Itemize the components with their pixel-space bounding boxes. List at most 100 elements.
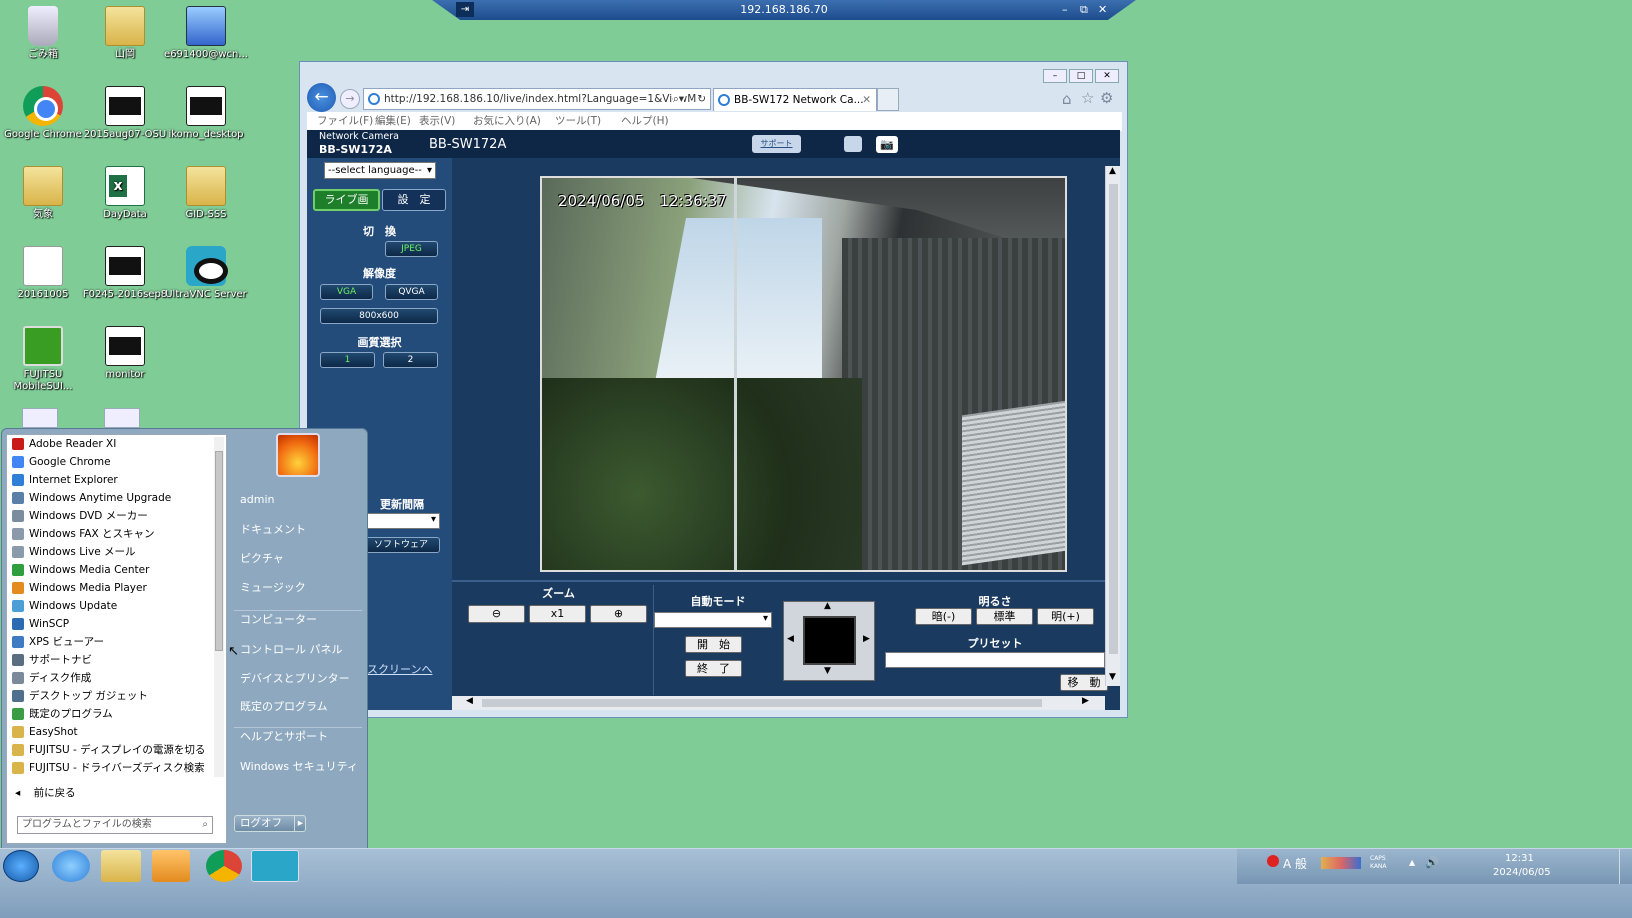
start-right-item[interactable]: デバイスとプリンター xyxy=(234,670,362,686)
program-item[interactable]: Windows FAX とスキャン xyxy=(9,525,214,543)
search-input[interactable]: プログラムとファイルの検索 ⌕ xyxy=(17,816,213,834)
program-item[interactable]: Windows Live メール xyxy=(9,543,214,561)
start-right-item[interactable]: ヘルプとサポート xyxy=(234,727,362,744)
vertical-scrollbar[interactable]: ▲ ▼ xyxy=(1105,166,1120,686)
program-item[interactable]: Windows Media Center xyxy=(9,561,214,579)
shield-icon[interactable] xyxy=(1267,855,1279,867)
user-picture[interactable] xyxy=(276,433,320,477)
home-icon[interactable]: ⌂ xyxy=(1062,90,1072,108)
fullscreen-link[interactable]: スクリーンへ xyxy=(367,661,432,677)
program-item[interactable]: 既定のプログラム xyxy=(9,705,214,723)
menu-item[interactable]: お気に入り(A) xyxy=(473,112,541,131)
favorites-star-icon[interactable]: ☆ xyxy=(1081,89,1094,107)
desktop-icon[interactable]: 山岡 xyxy=(82,6,168,61)
arrow-up-icon[interactable]: ▲ xyxy=(824,601,831,611)
start-right-item[interactable]: 既定のプログラム xyxy=(234,698,362,714)
taskbar-ie-icon[interactable] xyxy=(52,850,90,882)
qvga-button[interactable]: QVGA xyxy=(385,284,438,300)
scroll-up-icon[interactable]: ▲ xyxy=(1109,166,1116,176)
res-800-button[interactable]: 800x600 xyxy=(320,308,438,324)
back-button[interactable]: ← xyxy=(307,83,336,112)
desktop-icon[interactable]: DayData xyxy=(82,166,168,221)
software-button[interactable]: ソフトウェア xyxy=(362,537,440,553)
search-icon[interactable]: ⌕▾ xyxy=(672,89,684,109)
program-item[interactable]: Adobe Reader XI xyxy=(9,435,214,453)
desktop-icon-partial[interactable] xyxy=(22,408,58,428)
refresh-icon[interactable]: ↻ xyxy=(697,89,706,109)
zoom-in-button[interactable]: ⊕ xyxy=(590,605,647,623)
program-item[interactable]: Internet Explorer xyxy=(9,471,214,489)
bright-button[interactable]: 明(+) xyxy=(1037,608,1094,625)
restore-icon[interactable]: ⧉ xyxy=(1080,0,1088,19)
pin-icon[interactable]: ⇥ xyxy=(456,2,474,17)
program-item[interactable]: XPS ビューアー xyxy=(9,633,214,651)
forward-button[interactable]: → xyxy=(340,89,360,109)
show-hidden-icon[interactable]: ▲ xyxy=(1409,858,1415,867)
desktop-icon[interactable]: 20161005 xyxy=(0,246,86,301)
minimize-button[interactable]: – xyxy=(1043,69,1067,83)
scroll-right-icon[interactable]: ▶ xyxy=(1082,696,1089,706)
dark-button[interactable]: 暗(-) xyxy=(915,608,972,625)
start-button[interactable] xyxy=(3,850,39,882)
desktop-icon[interactable]: FUJITSU MobileSUI... xyxy=(0,326,86,393)
ptz-center[interactable] xyxy=(803,616,856,665)
volume-icon[interactable]: 🔊 xyxy=(1425,856,1439,869)
remote-session-bar[interactable]: ⇥ 192.168.186.70 – ⧉ ✕ xyxy=(432,0,1136,20)
desktop-icon[interactable]: Google Chrome xyxy=(0,86,86,141)
tray-tools-icon[interactable] xyxy=(1321,857,1361,869)
taskbar-media-player-icon[interactable] xyxy=(152,850,190,882)
close-button[interactable]: ✕ xyxy=(1095,69,1119,83)
standard-button[interactable]: 標準 xyxy=(976,608,1033,625)
start-button[interactable]: 開 始 xyxy=(685,636,742,653)
zoom-x1-button[interactable]: x1 xyxy=(529,605,586,623)
menu-item[interactable]: ツール(T) xyxy=(555,112,601,131)
desktop-icon[interactable]: monitor xyxy=(82,326,168,381)
clock-time[interactable]: 12:31 xyxy=(1505,853,1534,864)
start-right-item[interactable]: ドキュメント xyxy=(234,521,362,537)
quality-2-button[interactable]: 2 xyxy=(383,352,438,368)
start-right-item[interactable]: Windows セキュリティ xyxy=(234,758,362,774)
program-item[interactable]: Windows Media Player xyxy=(9,579,214,597)
program-list-scroll-thumb[interactable] xyxy=(215,451,223,651)
desktop-icon[interactable]: GID-SSS xyxy=(163,166,249,221)
program-list-scrollbar[interactable] xyxy=(214,437,224,777)
desktop-icon[interactable]: ikomo_desktop xyxy=(163,86,249,141)
arrow-down-icon[interactable]: ▼ xyxy=(824,666,831,676)
show-desktop-button[interactable] xyxy=(1619,849,1631,884)
jpeg-button[interactable]: JPEG xyxy=(385,241,438,257)
preset-input[interactable] xyxy=(885,652,1105,668)
desktop-icon[interactable]: UltraVNC Server xyxy=(163,246,249,301)
support-button[interactable]: サポート xyxy=(752,135,801,153)
arrow-left-icon[interactable]: ◀ xyxy=(787,634,794,644)
menu-item[interactable]: ファイル(F) xyxy=(317,112,373,131)
start-right-item[interactable]: ピクチャ xyxy=(234,550,362,566)
ime-indicator[interactable]: A 般 xyxy=(1283,855,1307,872)
program-item[interactable]: サポートナビ xyxy=(9,651,214,669)
scroll-down-icon[interactable]: ▼ xyxy=(1109,672,1116,682)
tab-settings[interactable]: 設 定 xyxy=(382,189,446,211)
zoom-out-button[interactable]: ⊖ xyxy=(468,605,525,623)
desktop-icon[interactable]: e691400@wcn... xyxy=(163,6,249,61)
clock-date[interactable]: 2024/06/05 xyxy=(1493,867,1551,878)
ptz-pad[interactable]: ▲ ▼ ◀ ▶ xyxy=(783,601,875,681)
camera-snapshot-icon[interactable]: 📷 xyxy=(876,136,898,153)
start-right-item[interactable]: コントロール パネル xyxy=(234,641,362,657)
desktop-icon[interactable]: F0245-2016sep8 xyxy=(82,246,168,301)
arrow-right-icon[interactable]: ▶ xyxy=(863,634,870,644)
program-item[interactable]: Windows Anytime Upgrade xyxy=(9,489,214,507)
address-bar[interactable]: http://192.168.186.10/live/index.html?La… xyxy=(363,88,711,110)
language-select[interactable]: --select language-- ▾ xyxy=(324,162,436,179)
logoff-button[interactable]: ログオフ ▸ xyxy=(234,815,306,832)
tab-active[interactable]: BB-SW172 Network Ca... ✕ xyxy=(713,88,877,111)
close-icon[interactable]: ✕ xyxy=(1098,0,1107,19)
desktop-icon-partial[interactable] xyxy=(104,408,140,428)
program-item[interactable]: Windows DVD メーカー xyxy=(9,507,214,525)
taskbar-ultravnc-icon[interactable] xyxy=(251,850,299,882)
program-item[interactable]: FUJITSU - ドライバーズディスク検索 xyxy=(9,759,214,777)
maximize-button[interactable]: □ xyxy=(1069,69,1093,83)
taskbar-explorer-icon[interactable] xyxy=(101,850,141,882)
tab-live[interactable]: ライブ画 xyxy=(313,189,380,211)
desktop-icon[interactable]: 気象 xyxy=(0,166,86,221)
menu-item[interactable]: ヘルプ(H) xyxy=(621,112,669,131)
auto-mode-select[interactable]: ▾ xyxy=(654,612,772,628)
